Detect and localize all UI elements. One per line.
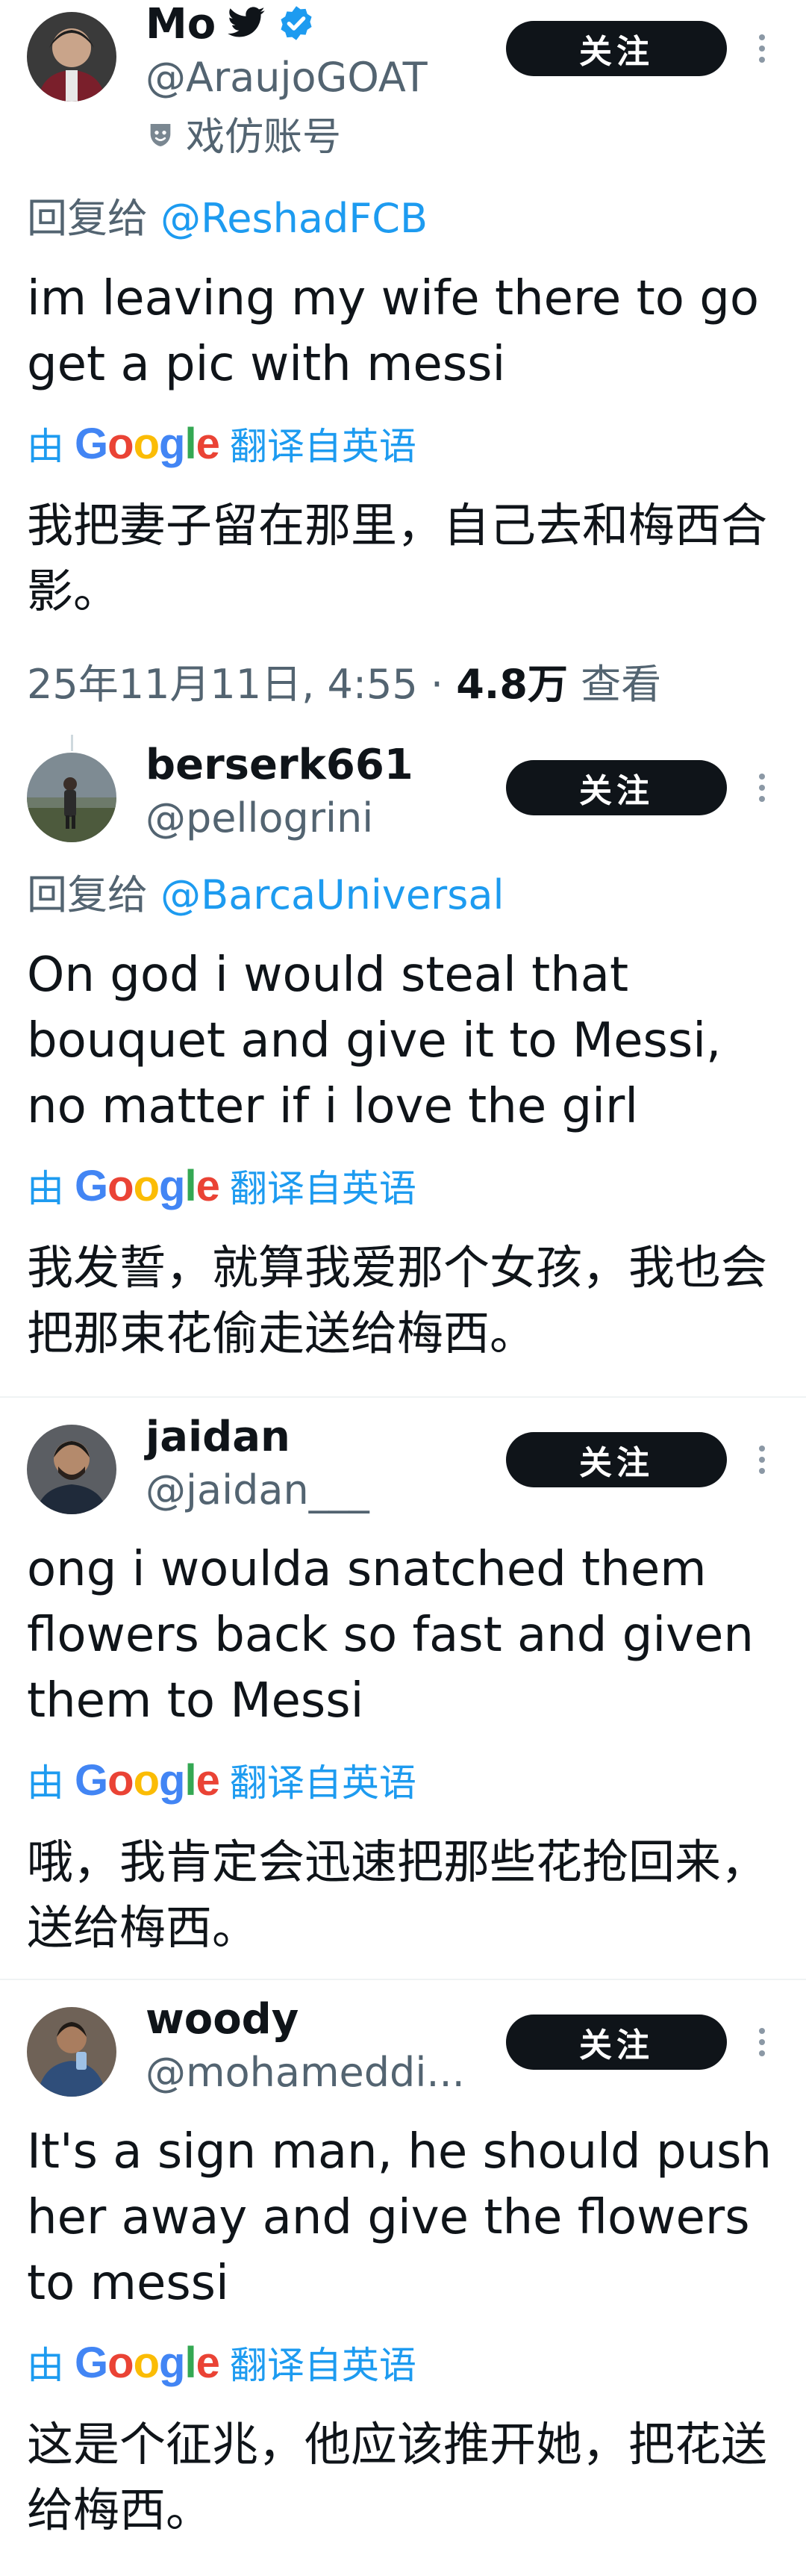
reply-mention-link[interactable]: @ReshadFCB <box>160 195 428 242</box>
author-name[interactable]: Mo <box>146 1 216 48</box>
parody-account-label: 戏仿账号 <box>146 113 341 161</box>
author-name[interactable]: woody <box>146 1997 299 2043</box>
google-logo: Google <box>75 2338 220 2387</box>
translated-from-label: 翻译自英语 <box>229 1761 416 1805</box>
follow-button[interactable]: 关注 <box>506 1432 727 1487</box>
follow-button[interactable]: 关注 <box>506 2015 727 2070</box>
post-timestamp[interactable]: 25年11月11日, 4:55 · <box>27 661 456 708</box>
google-logo: Google <box>75 1755 220 1805</box>
reply-mention-link[interactable]: @BarcaUniversal <box>160 871 504 918</box>
more-options-icon[interactable] <box>751 1441 773 1478</box>
author-handle[interactable]: @jaidan___ <box>146 1466 369 1514</box>
author-row: jaidan <box>146 1414 290 1460</box>
translate-by-text: 由 <box>27 1167 64 1210</box>
replying-to: 回复给 @BarcaUniversal <box>27 871 504 920</box>
more-options-icon[interactable] <box>751 2023 773 2061</box>
translation-attribution[interactable]: 由 Google 翻译自英语 <box>27 1755 416 1805</box>
views-label: 查看 <box>567 661 662 708</box>
verified-badge-icon <box>277 4 316 46</box>
post-metadata: 25年11月11日, 4:55 · 4.8万 查看 <box>27 660 661 709</box>
translation-attribution[interactable]: 由 Google 翻译自英语 <box>27 2338 416 2388</box>
author-handle[interactable]: @AraujoGOAT <box>146 54 428 102</box>
avatar[interactable] <box>27 753 116 842</box>
author-handle[interactable]: @pellogrini <box>146 794 373 842</box>
more-options-icon[interactable] <box>751 769 773 806</box>
more-options-icon[interactable] <box>751 30 773 67</box>
author-row: berserk661 <box>146 742 413 788</box>
translated-text: 我发誓，就算我爱那个女孩，我也会把那束花偷走送给梅西。 <box>27 1240 768 1360</box>
google-logo: Google <box>75 419 220 468</box>
translated-text: 我把妻子留在那里，自己去和梅西合影。 <box>27 498 768 618</box>
replying-to: 回复给 @ReshadFCB <box>27 194 428 243</box>
post-text: im leaving my wife there to go get a pic… <box>27 271 759 392</box>
parody-label-text: 戏仿账号 <box>186 115 342 160</box>
avatar[interactable] <box>27 1425 116 1514</box>
author-row: Mo <box>146 1 316 48</box>
translated-from-label: 翻译自英语 <box>229 2344 416 2387</box>
author-handle[interactable]: @mohameddi... <box>146 2049 465 2097</box>
thread-connector-line <box>71 735 73 751</box>
avatar[interactable] <box>27 12 116 102</box>
translate-by-text: 由 <box>27 425 64 468</box>
post-text: On god i would steal that bouquet and gi… <box>27 948 722 1134</box>
translated-from-label: 翻译自英语 <box>229 1167 416 1210</box>
view-count: 4.8万 <box>456 661 568 708</box>
author-name[interactable]: jaidan <box>146 1414 290 1460</box>
theater-mask-icon <box>146 113 175 161</box>
follow-button[interactable]: 关注 <box>506 21 727 76</box>
google-logo: Google <box>75 1161 220 1210</box>
translated-text: 这是个征兆，他应该推开她，把花送给梅西。 <box>27 2417 768 2537</box>
author-name[interactable]: berserk661 <box>146 742 413 788</box>
follow-button[interactable]: 关注 <box>506 760 727 815</box>
translate-by-text: 由 <box>27 2344 64 2387</box>
divider <box>0 1979 806 1980</box>
translated-from-label: 翻译自英语 <box>229 425 416 468</box>
post-text: It's a sign man, he should push her away… <box>27 2124 772 2311</box>
avatar[interactable] <box>27 2007 116 2097</box>
translation-attribution[interactable]: 由 Google 翻译自英语 <box>27 1161 416 1211</box>
reply-thread: Mo @AraujoGOAT 戏仿账号 关注 回复给 @ReshadFCB im… <box>0 0 806 2576</box>
translation-attribution[interactable]: 由 Google 翻译自英语 <box>27 419 416 469</box>
divider <box>0 1396 806 1398</box>
post-text: ong i woulda snatched them flowers back … <box>27 1542 754 1729</box>
translated-text: 哦，我肯定会迅速把那些花抢回来，送给梅西。 <box>27 1835 768 1955</box>
bird-icon <box>226 6 266 43</box>
reply-prefix: 回复给 <box>27 195 148 242</box>
translate-by-text: 由 <box>27 1761 64 1805</box>
author-row: woody <box>146 1997 299 2043</box>
reply-prefix: 回复给 <box>27 871 148 918</box>
